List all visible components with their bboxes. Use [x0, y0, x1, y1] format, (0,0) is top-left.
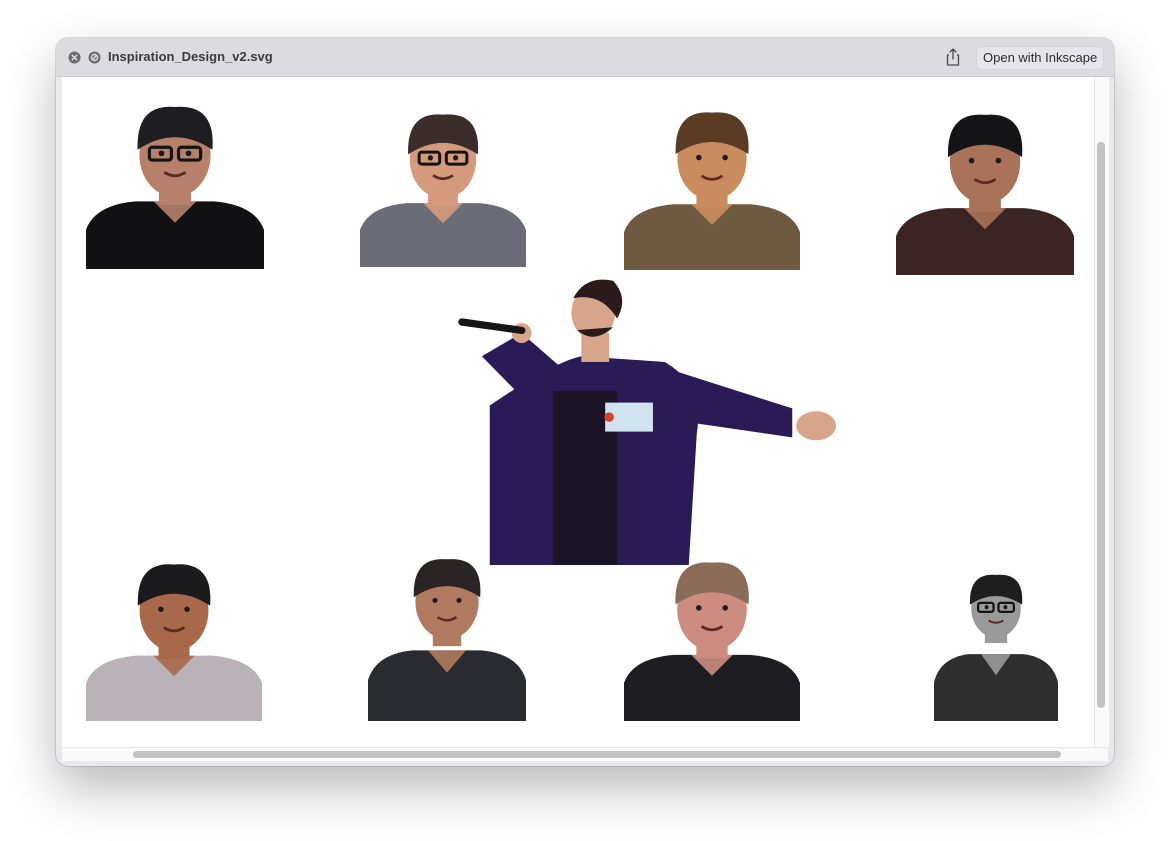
portrait-illustration [360, 114, 526, 267]
open-with-inkscape-button[interactable]: Open with Inkscape [976, 46, 1105, 70]
vertical-scrollbar-thumb[interactable] [1097, 142, 1105, 708]
portrait-top-3 [624, 97, 800, 270]
portrait-illustration [368, 559, 526, 721]
portrait-illustration [458, 279, 837, 565]
svg-preview-canvas [62, 77, 1094, 747]
title-bar: Inspiration_Design_v2.svg Open with Inks… [56, 38, 1114, 77]
close-button[interactable] [68, 51, 81, 64]
portrait-top-1 [86, 91, 264, 269]
portrait-bottom-1 [86, 549, 262, 721]
portrait-illustration [86, 564, 262, 721]
portrait-illustration [86, 106, 264, 269]
portrait-illustration [624, 112, 800, 270]
portrait-illustration [934, 574, 1058, 721]
share-button[interactable] [944, 47, 962, 67]
portrait-bottom-3 [624, 547, 800, 721]
portrait-top-4 [896, 99, 1074, 275]
portrait-center-singer [442, 275, 840, 565]
portrait-bottom-2 [368, 535, 526, 721]
block-icon [88, 51, 101, 64]
portrait-bottom-4 [934, 545, 1058, 721]
portrait-top-2 [360, 99, 526, 267]
stop-button[interactable] [88, 51, 101, 64]
portrait-illustration [624, 562, 800, 721]
close-icon [68, 51, 81, 64]
share-icon [946, 48, 960, 66]
quick-look-window: Inspiration_Design_v2.svg Open with Inks… [56, 38, 1114, 766]
portrait-illustration [896, 114, 1074, 275]
horizontal-scrollbar-thumb[interactable] [133, 751, 1061, 758]
window-title: Inspiration_Design_v2.svg [108, 49, 273, 64]
